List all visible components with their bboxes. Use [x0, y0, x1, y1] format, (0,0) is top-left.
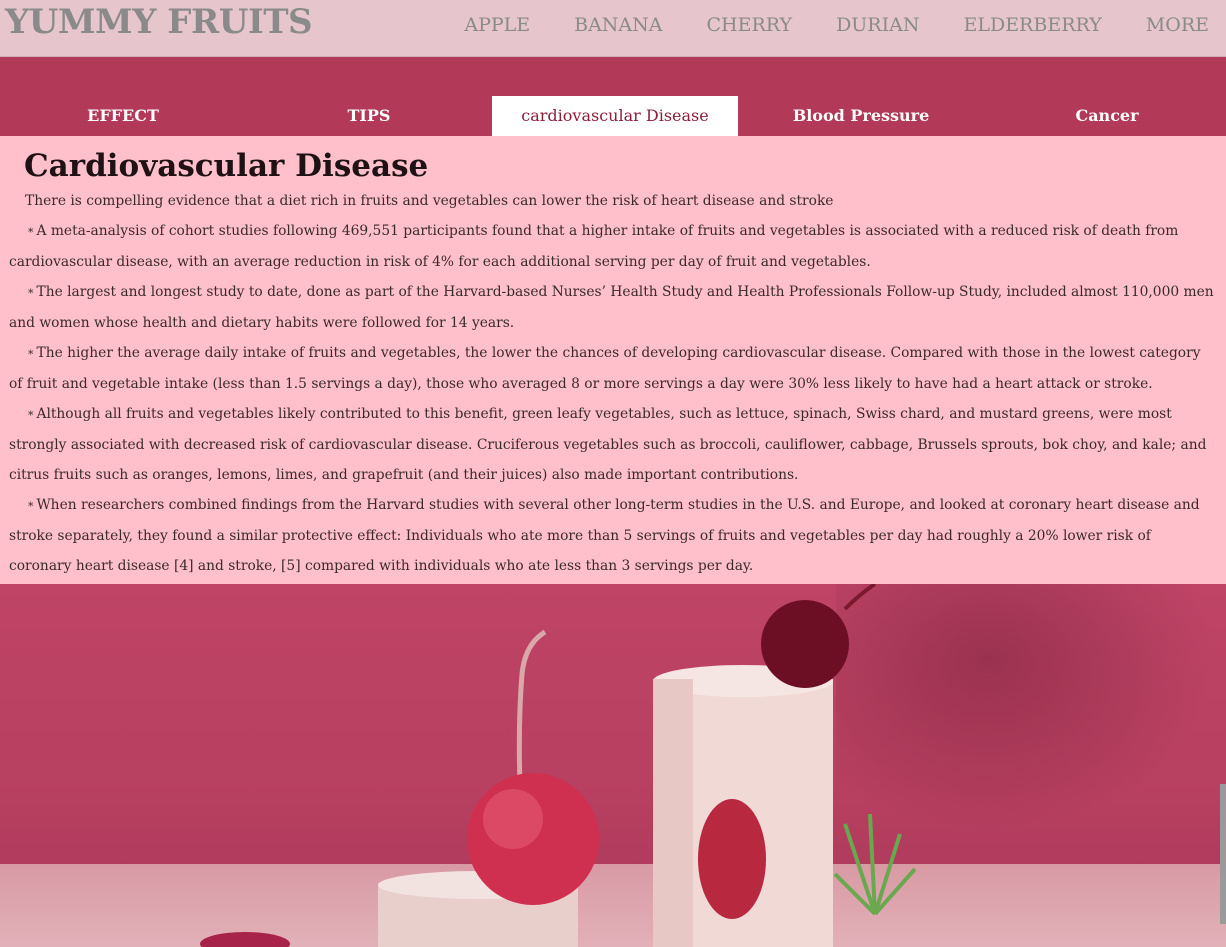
list-item-text: The higher the average daily intake of f… — [9, 345, 1201, 392]
list-item-text: When researchers combined findings from … — [9, 497, 1200, 574]
scrollbar-thumb[interactable] — [1220, 784, 1226, 924]
lead-paragraph: There is compelling evidence that a diet… — [25, 193, 834, 209]
main-nav: APPLE BANANA CHERRY DURIAN ELDERBERRY MO… — [420, 12, 1209, 38]
nav-cherry[interactable]: CHERRY — [707, 12, 793, 38]
list-item: * The largest and longest study to date, … — [9, 277, 1214, 338]
nav-more[interactable]: MORE — [1146, 12, 1209, 38]
list-item: * Although all fruits and vegetables like… — [9, 399, 1214, 490]
red-potato — [698, 799, 766, 919]
site-logo[interactable]: YUMMY FRUITS — [5, 2, 313, 42]
list-item-text: Although all fruits and vegetables likel… — [9, 406, 1207, 483]
content-panel: Cardiovascular Disease There is compelli… — [0, 136, 1226, 584]
onion-stem — [843, 584, 877, 611]
cylinder-shade — [653, 679, 693, 947]
bullet-marker: * — [28, 348, 34, 361]
air-plant — [833, 813, 917, 916]
tab-cancer[interactable]: Cancer — [984, 96, 1226, 136]
bullet-marker: * — [28, 287, 34, 300]
radish-stem — [516, 629, 547, 785]
list-item: * A meta-analysis of cohort studies follo… — [9, 216, 1214, 277]
tab-tips[interactable]: TIPS — [246, 96, 492, 136]
tab-effect[interactable]: EFFECT — [0, 96, 246, 136]
nav-elderberry[interactable]: ELDERBERRY — [963, 12, 1101, 38]
top-navbar: YUMMY FRUITS APPLE BANANA CHERRY DURIAN … — [0, 0, 1226, 57]
list-item: * When researchers combined findings from… — [9, 490, 1214, 581]
tab-cardiovascular-disease[interactable]: cardiovascular Disease — [492, 96, 738, 136]
list-item: * The higher the average daily intake of … — [9, 338, 1214, 399]
hero-photo — [0, 584, 1226, 947]
bullet-marker: * — [28, 500, 34, 513]
bullet-marker: * — [28, 226, 34, 239]
nav-durian[interactable]: DURIAN — [836, 12, 919, 38]
bullet-marker: * — [28, 409, 34, 422]
tab-bar: EFFECT TIPS cardiovascular Disease Blood… — [0, 96, 1226, 136]
nav-banana[interactable]: BANANA — [574, 12, 662, 38]
tab-blood-pressure[interactable]: Blood Pressure — [738, 96, 984, 136]
section-title: Cardiovascular Disease — [24, 148, 429, 184]
nav-apple[interactable]: APPLE — [464, 12, 530, 38]
vegetable-still-life — [200, 584, 917, 947]
list-item-text: A meta-analysis of cohort studies follow… — [9, 223, 1179, 270]
red-onion — [761, 600, 849, 688]
radish-highlight — [483, 789, 543, 849]
spice-pile — [200, 932, 290, 947]
list-item-text: The largest and longest study to date, d… — [9, 284, 1214, 331]
section-body: There is compelling evidence that a diet… — [9, 186, 1214, 581]
